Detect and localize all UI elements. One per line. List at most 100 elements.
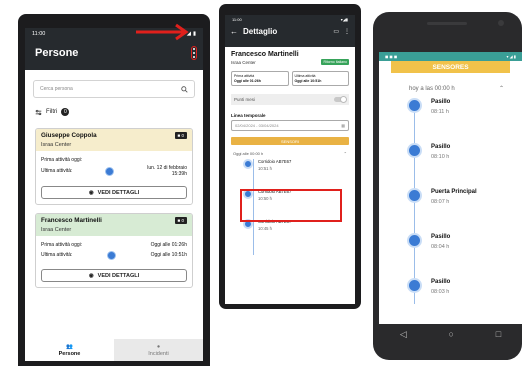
phone-dettaglio: 11:00 ▾◢▮ ← Dettaglio ▭ ⋮ Francesco Mart… xyxy=(219,4,361,309)
chevron-up-icon: ⌃ xyxy=(343,151,347,156)
event-title: Pasillo xyxy=(431,279,451,285)
first-activity-value: Oggi alle 01:26h xyxy=(150,242,187,248)
last-activity-label: Ultima attività: xyxy=(41,252,73,258)
card-body: Prima attività oggi: Ultima attività: lu… xyxy=(36,151,192,181)
search-icon xyxy=(181,85,188,93)
event-time: 10:51 h xyxy=(258,166,272,171)
filters-count-badge: 0 xyxy=(61,108,70,116)
search-input[interactable]: Cerca persona xyxy=(33,80,195,98)
view-details-label: VEDI DETTAGLI xyxy=(97,189,140,196)
red-arrow-annotation xyxy=(136,23,189,41)
view-details-button[interactable]: ◉ VEDI DETTAGLI xyxy=(41,269,187,282)
event-title: Pasillo xyxy=(431,99,451,105)
bottom-navigation: 👥 Persone ● Incidenti xyxy=(25,339,203,361)
incident-count-badge: ■ 0 xyxy=(174,132,187,139)
back-arrow-icon[interactable]: ← xyxy=(230,27,238,36)
day-label: hoy a las 00:00 h xyxy=(409,85,455,92)
card-header: Francesco Martinelli Israa Center ■ 0 xyxy=(36,214,192,236)
event-time: 08:10 h xyxy=(431,154,450,160)
points-toggle-row: Punti mesi xyxy=(231,94,349,105)
last-activity-box: Ultima attività Oggi alle 10:51h xyxy=(291,71,349,86)
status-time: 11:00 xyxy=(232,17,242,22)
timeline-event: Pasillo 08:03 h xyxy=(407,278,522,323)
android-nav-bar: ◁ ○ □ xyxy=(379,324,522,344)
eye-icon: ◉ xyxy=(88,272,94,279)
points-toggle[interactable] xyxy=(334,96,347,103)
dot-icon xyxy=(193,56,195,58)
alert-icon: ● xyxy=(156,343,161,350)
day-header[interactable]: Oggi alle 00:00 h ⌃ xyxy=(225,148,355,159)
sensor-icon xyxy=(105,166,115,176)
event-title: Pasillo xyxy=(431,234,451,240)
page-title: Dettaglio xyxy=(243,27,278,36)
sensors-button[interactable]: SENSORI xyxy=(231,137,349,145)
overflow-menu-icon[interactable]: ⋮ xyxy=(344,28,350,35)
search-placeholder: Cerca persona xyxy=(40,86,73,92)
date-range-input[interactable]: 02/04/2024 - 03/04/2024 ▦ xyxy=(231,120,349,131)
screenshot-scene: 11:00 ▾ ◢ ▮ Persone Cerca persona Filtri… xyxy=(0,0,522,366)
overflow-menu-button[interactable] xyxy=(191,46,197,60)
last-activity-value: Oggi alle 10:51h xyxy=(294,79,322,83)
person-name: Francesco Martinelli xyxy=(231,51,299,58)
timeline-event: Pasillo 08:10 h xyxy=(407,143,522,188)
view-details-label: VEDI DETTAGLI xyxy=(97,272,140,279)
front-camera xyxy=(498,20,504,26)
recents-icon[interactable]: □ xyxy=(496,329,501,339)
person-card: Giuseppe Coppola Israa Center ■ 0 Prima … xyxy=(35,128,193,205)
back-icon[interactable]: ◁ xyxy=(400,329,407,340)
dettaglio-appbar: 11:00 ▾◢▮ ← Dettaglio ▭ ⋮ xyxy=(225,15,355,47)
day-header[interactable]: hoy a las 00:00 h ⌃ xyxy=(379,73,522,98)
first-activity-box: Prima attività Oggi alle 01:26h xyxy=(231,71,289,86)
door-sensor-icon xyxy=(407,188,422,203)
card-body: Prima attività oggi: Oggi alle 01:26h Ul… xyxy=(36,236,192,264)
status-icons-left: ◼ ◼ ◼ xyxy=(385,54,398,59)
nav-tab-incidenti[interactable]: ● Incidenti xyxy=(114,339,203,361)
speaker-grille xyxy=(427,22,467,25)
timeline-event: Pasillo 08:04 h xyxy=(407,233,522,278)
chevron-up-icon: ⌃ xyxy=(498,86,504,92)
incident-count-badge: ■ 0 xyxy=(174,217,187,224)
filters-toggle[interactable]: Filtri 0 xyxy=(25,104,203,120)
dot-icon xyxy=(193,52,195,54)
event-time: 08:07 h xyxy=(431,199,450,205)
last-activity-label: Ultima attività xyxy=(294,74,316,78)
calendar-icon: ▦ xyxy=(341,123,345,128)
sensor-icon xyxy=(407,98,422,113)
dettaglio-screen: 11:00 ▾◢▮ ← Dettaglio ▭ ⋮ Francesco Mart… xyxy=(225,15,355,304)
nav-label: Persone xyxy=(58,350,81,357)
toggle-label: Punti mesi xyxy=(234,97,256,102)
status-bar: 11:00 ▾◢▮ xyxy=(225,15,355,24)
card-header: Giuseppe Coppola Israa Center ■ 0 xyxy=(36,129,192,151)
view-details-button[interactable]: ◉ VEDI DETTAGLI xyxy=(41,186,187,199)
sensor-icon xyxy=(106,250,116,260)
status-icons-right: ▾ ◢ ▮ xyxy=(506,54,516,59)
filters-label: Filtri xyxy=(46,109,58,115)
sensores-screen: ◼ ◼ ◼ ▾ ◢ ▮ SENSORES hoy a las 00:00 h ⌃… xyxy=(379,52,522,324)
day-label: Oggi alle 00:00 h xyxy=(233,151,264,156)
home-icon[interactable]: ○ xyxy=(449,329,454,339)
timeline-event: Puerta Principal 08:07 h xyxy=(407,188,522,233)
date-range-value: 02/04/2024 - 03/04/2024 xyxy=(235,123,279,128)
first-activity-label: Prima attività oggi: xyxy=(41,242,83,248)
event-title: Pasillo xyxy=(431,144,451,150)
person-location: Israa Center xyxy=(41,142,72,148)
event-time: 08:11 h xyxy=(431,109,449,115)
person-name: Francesco Martinelli xyxy=(41,217,102,224)
eye-icon: ◉ xyxy=(88,189,94,196)
last-activity-time: 15:39h xyxy=(171,171,187,177)
last-activity-label: Ultima attività: xyxy=(41,168,73,174)
nav-tab-persone[interactable]: 👥 Persone xyxy=(25,339,114,361)
filter-sliders-icon xyxy=(35,109,42,115)
status-icons: ▾◢▮ xyxy=(340,17,348,22)
sensor-icon xyxy=(243,159,253,169)
event-time: 08:03 h xyxy=(431,289,450,295)
nav-label: Incidenti xyxy=(148,350,169,357)
sensor-icon xyxy=(407,278,422,293)
timeline: Pasillo 08:11 h Pasillo 08:10 h Puerta P… xyxy=(379,98,522,323)
first-activity-label: Prima attività xyxy=(234,74,255,78)
card-icon[interactable]: ▭ xyxy=(333,28,339,35)
timeline-event: Corridoio AB7E67 10:51 h xyxy=(243,159,355,189)
phone-persone: 11:00 ▾ ◢ ▮ Persone Cerca persona Filtri… xyxy=(18,14,210,366)
event-time: 10:45 h xyxy=(258,226,272,231)
person-name: Giuseppe Coppola xyxy=(41,132,97,139)
